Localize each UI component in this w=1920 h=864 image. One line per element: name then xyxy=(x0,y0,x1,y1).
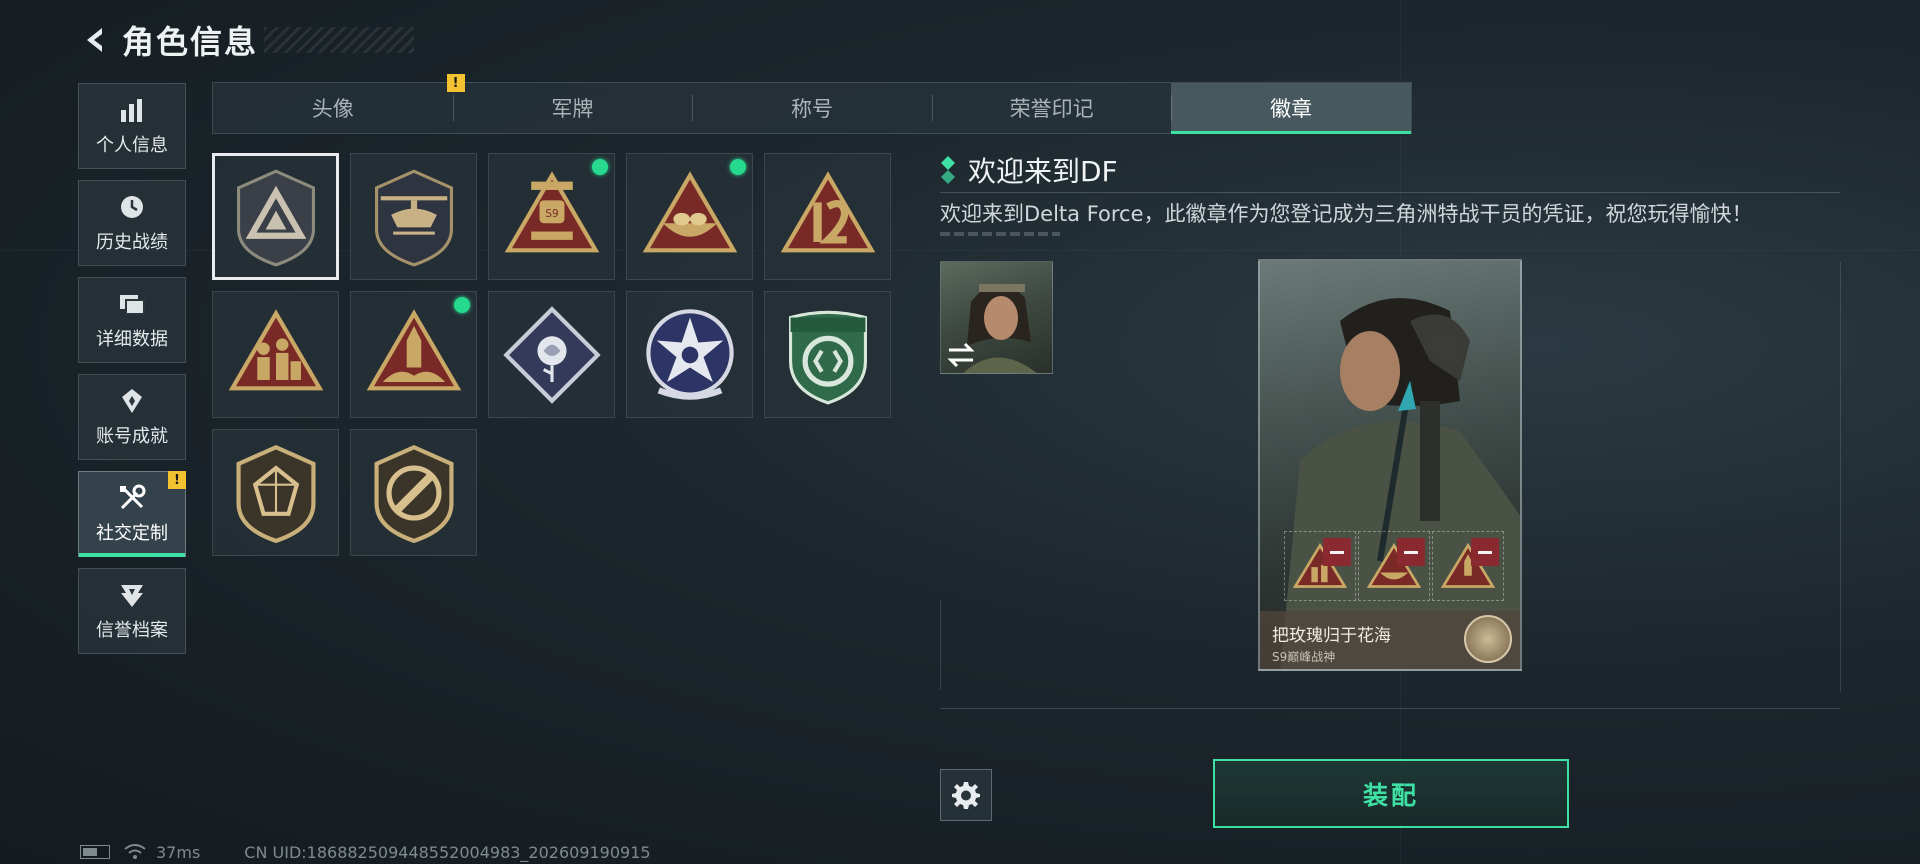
tab-honor-mark[interactable]: 荣誉印记 xyxy=(931,83,1172,133)
shield-rank-icon xyxy=(117,580,147,610)
rose-badge-icon xyxy=(502,305,601,404)
badge-grid: S9 xyxy=(212,153,892,556)
nest-badge-icon xyxy=(642,170,737,252)
sidebar: 个人信息 历史战绩 详细数据 账号成就 ! 社交定制 信誉档案 xyxy=(78,83,186,665)
swap-icon[interactable] xyxy=(945,341,977,369)
gem-shield-badge-icon xyxy=(235,444,316,543)
sidebar-item-label: 账号成就 xyxy=(96,426,168,447)
rocket-badge-icon xyxy=(366,308,461,390)
tab-label: 称号 xyxy=(790,97,833,121)
sidebar-item-label: 详细数据 xyxy=(96,329,168,350)
badge-green-shield[interactable] xyxy=(764,291,891,418)
tab-avatar[interactable]: 头像 ! xyxy=(213,74,465,133)
rank-emblem-icon xyxy=(1464,615,1512,663)
new-indicator xyxy=(730,159,746,175)
helicopter-badge-icon xyxy=(374,169,453,266)
badge-star-wheel[interactable] xyxy=(626,291,753,418)
decoration-dashes xyxy=(940,232,1060,236)
s9-badge-icon: S9 xyxy=(504,170,599,252)
badge-number-twelve[interactable] xyxy=(764,153,891,280)
number-twelve-badge-icon xyxy=(780,170,875,252)
tab-label: 荣誉印记 xyxy=(1009,97,1094,121)
divider xyxy=(1840,262,1841,692)
gear-icon xyxy=(952,782,980,809)
settings-button[interactable] xyxy=(940,769,992,821)
sidebar-item-achievements[interactable]: 账号成就 xyxy=(78,374,186,460)
badge-slot-2[interactable] xyxy=(1358,531,1430,601)
remove-badge-button[interactable] xyxy=(1471,538,1499,566)
badge-helicopter[interactable] xyxy=(350,153,477,280)
page-title: 角色信息 xyxy=(122,23,259,61)
sidebar-item-reputation[interactable]: 信誉档案 xyxy=(78,568,186,654)
battery-icon xyxy=(80,845,110,859)
badge-detail-header: 欢迎来到DF xyxy=(940,150,1118,190)
tools-icon xyxy=(117,483,147,513)
tab-dog-tag[interactable]: 军牌 xyxy=(452,83,693,133)
remove-badge-button[interactable] xyxy=(1323,538,1351,566)
tab-title[interactable]: 称号 xyxy=(692,83,932,133)
tab-label: 头像 xyxy=(311,97,354,121)
badge-slot-1[interactable] xyxy=(1284,531,1356,601)
warning-badge: ! xyxy=(446,74,465,92)
wifi-icon xyxy=(124,844,146,859)
badge-gem-shield[interactable] xyxy=(212,429,339,556)
badge-delta-force[interactable] xyxy=(212,153,339,280)
sidebar-item-social-customization[interactable]: ! 社交定制 xyxy=(78,471,186,557)
badge-soldiers[interactable] xyxy=(212,291,339,418)
back-arrow-icon[interactable] xyxy=(78,23,112,57)
green-shield-badge-icon xyxy=(788,310,867,404)
operator-avatar[interactable] xyxy=(940,261,1053,374)
medal-icon xyxy=(117,386,147,416)
operator-card: 把玫瑰归于花海 S9巅峰战神 xyxy=(1258,259,1522,671)
divider xyxy=(940,192,1840,193)
svg-text:S9: S9 xyxy=(545,208,558,220)
sidebar-item-label: 信誉档案 xyxy=(96,620,168,641)
badge-nest[interactable] xyxy=(626,153,753,280)
sidebar-item-label: 社交定制 xyxy=(96,523,168,544)
badge-detail-description: 欢迎来到Delta Force，此徽章作为您登记成为三角洲特战干员的凭证，祝您玩… xyxy=(940,202,1753,226)
title-decoration xyxy=(264,27,415,53)
category-tabs: 头像 ! 军牌 称号 荣誉印记 徽章 xyxy=(212,74,1412,134)
diamond-icon xyxy=(941,156,955,184)
operator-card-image xyxy=(1280,298,1520,669)
badge-s9[interactable]: S9 xyxy=(488,153,615,280)
sidebar-item-personal-info[interactable]: 个人信息 xyxy=(78,83,186,169)
status-bar: 37ms CN UID:18688250944855200498​3_20260… xyxy=(80,842,651,862)
badge-rocket[interactable] xyxy=(350,291,477,418)
badge-detail-name: 欢迎来到DF xyxy=(968,155,1118,188)
equip-button[interactable]: 装配 xyxy=(1213,759,1569,828)
star-wheel-badge-icon xyxy=(645,308,734,400)
divider xyxy=(940,600,941,690)
sidebar-item-history[interactable]: 历史战绩 xyxy=(78,180,186,266)
soldiers-badge-icon xyxy=(228,308,323,390)
new-indicator xyxy=(454,297,470,313)
card-footer: 把玫瑰归于花海 S9巅峰战神 xyxy=(1260,611,1520,669)
page-header: 角色信息 xyxy=(78,18,415,62)
badge-slot-3[interactable] xyxy=(1432,531,1504,601)
bar-chart-icon xyxy=(117,95,147,125)
badge-rose[interactable] xyxy=(488,291,615,418)
new-indicator xyxy=(592,159,608,175)
knife-shield-badge-icon xyxy=(373,444,454,543)
sidebar-item-label: 个人信息 xyxy=(96,135,168,156)
clock-icon xyxy=(117,192,147,222)
user-uid: CN UID:18688250944855200498​3_2026091909… xyxy=(244,842,651,862)
warning-badge: ! xyxy=(168,471,186,489)
badge-knife-shield[interactable] xyxy=(350,429,477,556)
tab-badge[interactable]: 徽章 xyxy=(1171,83,1411,134)
divider xyxy=(940,708,1840,709)
sidebar-item-detailed-data[interactable]: 详细数据 xyxy=(78,277,186,363)
delta-force-badge-icon xyxy=(236,169,315,266)
ping-value: 37ms xyxy=(156,842,201,862)
tab-label: 徽章 xyxy=(1270,97,1313,121)
folders-icon xyxy=(117,289,147,319)
sidebar-item-label: 历史战绩 xyxy=(96,232,168,253)
remove-badge-button[interactable] xyxy=(1397,538,1425,566)
tab-label: 军牌 xyxy=(551,97,594,121)
